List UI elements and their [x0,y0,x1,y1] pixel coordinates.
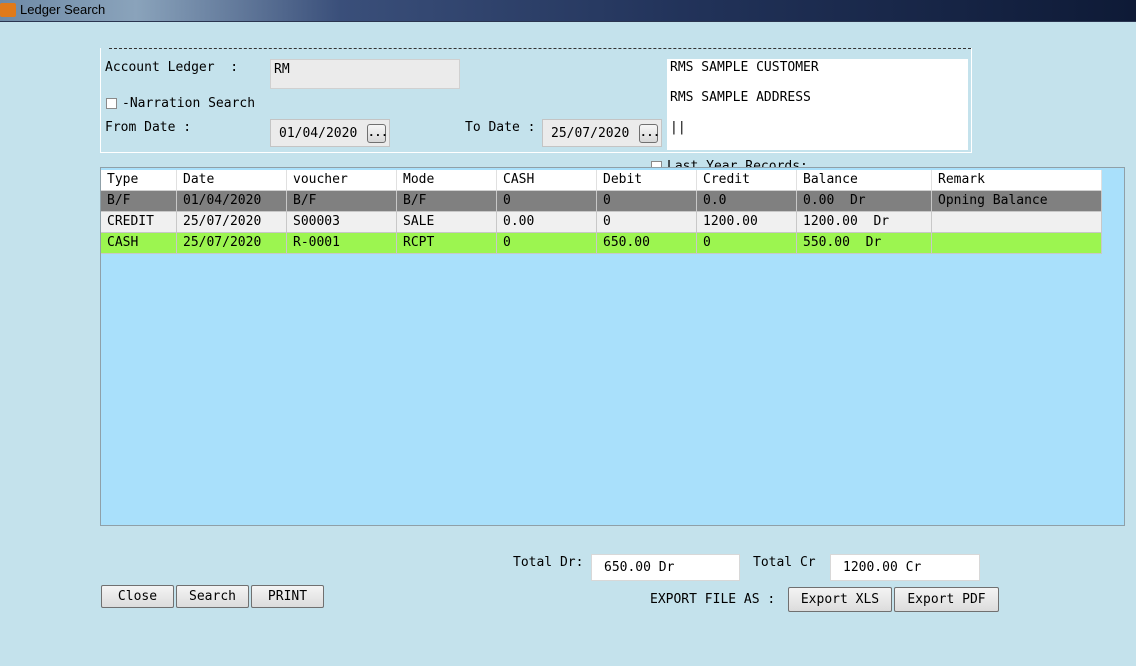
account-ledger-field[interactable]: RM [270,59,460,89]
to-date-browse-button[interactable]: ... [639,124,660,143]
column-header[interactable]: voucher [287,170,397,191]
ledger-grid[interactable]: Type Date voucher Mode CASH Debit Credit Balanc… [100,167,1125,526]
table-cell: 650.00 [597,233,697,254]
app-icon [0,3,16,17]
total-cr-field: 1200.00 Cr [830,554,980,581]
customer-address-box[interactable]: RMS SAMPLE CUSTOMER RMS SAMPLE ADDRESS |… [667,59,968,150]
table-cell: B/F [287,191,397,212]
column-header[interactable]: Balance [797,170,932,191]
table-cell: 0.00 Dr [797,191,932,212]
column-header[interactable]: Credit [697,170,797,191]
address-line: RMS SAMPLE CUSTOMER [670,60,819,75]
table-cell: 25/07/2020 [177,233,287,254]
export-pdf-button[interactable]: Export PDF [894,587,999,612]
from-date-label: From Date : [105,120,192,135]
table-cell: 0 [697,233,797,254]
table-cell: S00003 [287,212,397,233]
total-dr-label: Total Dr: [513,555,584,570]
search-button[interactable]: Search [176,585,249,608]
table-row[interactable]: B/F 01/04/2020 B/F B/F 0 0 0.0 0.00 Dr Opning Ba… [101,191,1102,212]
table-row[interactable]: CASH 25/07/2020 R-0001 RCPT 0 650.00 0 550.00 D… [101,233,1102,254]
table-cell: 0 [497,233,597,254]
close-button[interactable]: Close [101,585,174,608]
table-cell: 550.00 Dr [797,233,932,254]
column-header[interactable]: Type [101,170,177,191]
export-xls-button[interactable]: Export XLS [788,587,892,612]
table-cell: CASH [101,233,177,254]
table-cell: RCPT [397,233,497,254]
print-button[interactable]: PRINT [251,585,324,608]
table-row[interactable]: CREDIT 25/07/2020 S00003 SALE 0.00 0 1200.00 12… [101,212,1102,233]
column-header[interactable]: Remark [932,170,1102,191]
table-cell: B/F [101,191,177,212]
table-cell: 0 [597,212,697,233]
table-cell [932,233,1102,254]
to-date-field[interactable]: 25/07/2020 ... [542,119,662,147]
table-cell: 0.0 [697,191,797,212]
to-date-label: To Date : [465,120,536,135]
account-ledger-label: Account Ledger : [105,60,239,75]
column-header[interactable]: CASH [497,170,597,191]
window-title: Ledger Search [20,2,106,17]
narration-search-label: -Narration Search [122,96,256,111]
narration-search-checkbox[interactable] [106,98,117,109]
table-cell: 01/04/2020 [177,191,287,212]
table-cell: 1200.00 [697,212,797,233]
table-cell: 25/07/2020 [177,212,287,233]
from-date-field[interactable]: 01/04/2020 ... [270,119,390,147]
table-cell: SALE [397,212,497,233]
column-header[interactable]: Mode [397,170,497,191]
total-cr-label: Total Cr [753,555,816,570]
export-file-label: EXPORT FILE AS : [650,592,776,607]
column-header[interactable]: Debit [597,170,697,191]
title-bar: Ledger Search [0,0,1136,22]
grid-header: Type Date voucher Mode CASH Debit Credit Balanc… [101,170,1102,191]
column-header[interactable]: Date [177,170,287,191]
table-cell: CREDIT [101,212,177,233]
table-cell: R-0001 [287,233,397,254]
table-cell: 1200.00 Dr [797,212,932,233]
address-line: || [670,120,686,135]
group-divider [109,48,971,49]
table-cell [932,212,1102,233]
from-date-browse-button[interactable]: ... [367,124,388,143]
table-cell: B/F [397,191,497,212]
address-line: RMS SAMPLE ADDRESS [670,90,811,105]
table-cell: 0 [597,191,697,212]
last-year-records-label: Last Year Records: [667,159,808,167]
table-cell: Opning Balance [932,191,1102,212]
table-cell: 0.00 [497,212,597,233]
table-cell: 0 [497,191,597,212]
total-dr-field: 650.00 Dr [591,554,740,581]
from-date-value: 01/04/2020 [279,126,358,141]
to-date-value: 25/07/2020 [551,126,630,141]
